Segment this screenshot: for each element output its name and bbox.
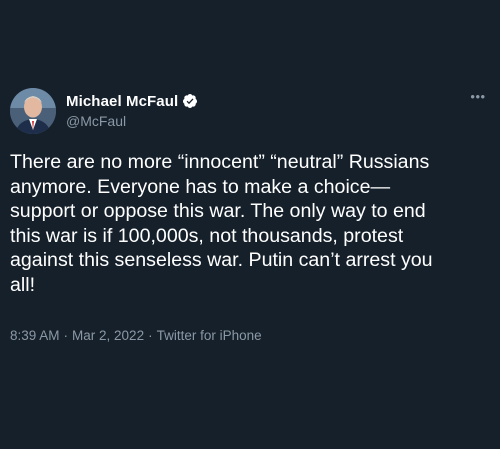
tweet-time[interactable]: 8:39 AM bbox=[10, 328, 60, 343]
display-name[interactable]: Michael McFaul bbox=[66, 93, 178, 110]
tweet-text: There are no more “innocent” “neutral” R… bbox=[10, 151, 433, 296]
name-row: Michael McFaul bbox=[66, 92, 198, 110]
more-options-icon[interactable]: ••• bbox=[468, 90, 488, 104]
tweet-card: Michael McFaul @McFaul ••• There are no … bbox=[0, 0, 500, 449]
meta-separator: · bbox=[148, 328, 153, 343]
tweet-source[interactable]: Twitter for iPhone bbox=[157, 328, 262, 343]
verified-badge-icon bbox=[182, 93, 198, 109]
tweet-meta: 8:39 AM · Mar 2, 2022 · Twitter for iPhone bbox=[10, 328, 262, 343]
author-block: Michael McFaul @McFaul bbox=[66, 92, 198, 129]
tweet-date[interactable]: Mar 2, 2022 bbox=[72, 328, 144, 343]
avatar[interactable] bbox=[10, 88, 56, 134]
handle[interactable]: @McFaul bbox=[66, 113, 198, 129]
meta-separator: · bbox=[63, 328, 69, 343]
profile-photo-icon bbox=[10, 88, 56, 134]
